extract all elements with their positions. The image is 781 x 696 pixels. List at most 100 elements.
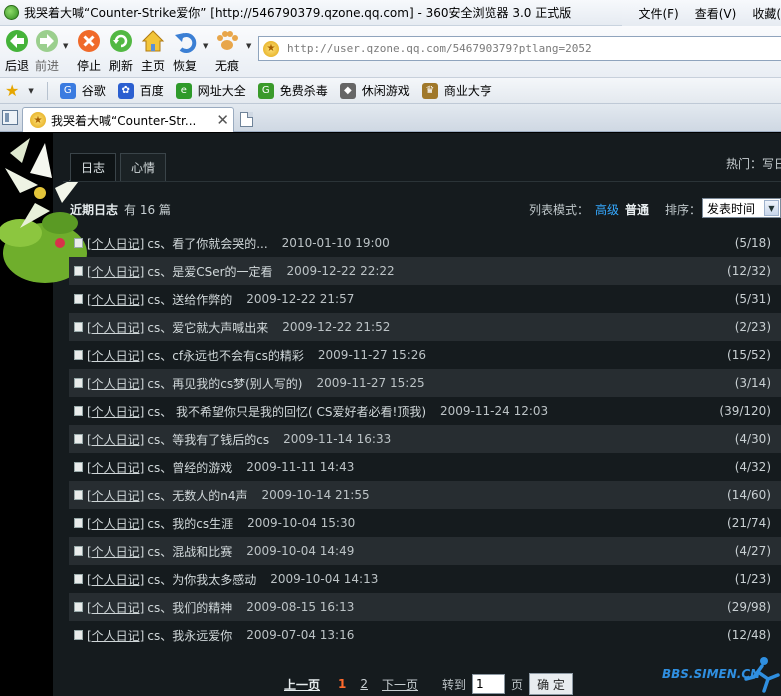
- post-category-link[interactable]: [个人日记]: [87, 263, 144, 280]
- post-category-link[interactable]: [个人日记]: [87, 235, 144, 252]
- document-icon: [74, 238, 83, 248]
- post-category-link[interactable]: [个人日记]: [87, 515, 144, 532]
- forward-button[interactable]: 前进: [30, 28, 64, 76]
- favorites-bar: ★ ▼ G 谷歌 ✿ 百度 e 网址大全 G 免费杀毒 ◆ 休闲游戏 ♛ 商业大…: [0, 78, 781, 104]
- refresh-button[interactable]: 刷新: [104, 28, 138, 76]
- post-comment-count: (15/52): [727, 348, 771, 362]
- post-date: 2009-11-27 15:25: [316, 376, 425, 390]
- confirm-button[interactable]: 确 定: [529, 673, 573, 695]
- post-comment-count: (14/60): [727, 488, 771, 502]
- post-category-link[interactable]: [个人日记]: [87, 375, 144, 392]
- recent-posts-heading: 近期日志有 16 篇: [70, 201, 171, 218]
- document-icon: [74, 490, 83, 500]
- page-2-link[interactable]: 2: [360, 677, 368, 691]
- post-category-link[interactable]: [个人日记]: [87, 459, 144, 476]
- restore-button[interactable]: 恢复: [168, 28, 202, 76]
- favorites-dropdown-icon[interactable]: ▼: [28, 87, 33, 95]
- post-category-link[interactable]: [个人日记]: [87, 487, 144, 504]
- document-icon: [74, 266, 83, 276]
- tycoon-icon: ♛: [421, 82, 438, 99]
- post-title-link[interactable]: cs、再见我的cs梦(别人写的): [147, 375, 302, 392]
- home-button[interactable]: 主页: [136, 28, 170, 76]
- forward-arrow-icon: [34, 28, 60, 54]
- page-number-input[interactable]: [472, 674, 506, 694]
- runner-logo-icon: [744, 657, 780, 693]
- post-row: [个人日记] cs、等我有了钱后的cs 2009-11-14 16:33 (4/30): [69, 425, 781, 453]
- post-date: 2009-10-04 15:30: [247, 516, 356, 530]
- post-title-link[interactable]: cs、曾经的游戏: [147, 459, 232, 476]
- menu-file[interactable]: 文件(F): [638, 5, 678, 22]
- stop-button[interactable]: 停止: [72, 28, 106, 76]
- post-title-link[interactable]: cs、看了你就会哭的...: [147, 235, 267, 252]
- favorite-baidu[interactable]: ✿ 百度: [117, 82, 164, 99]
- tab-blog[interactable]: 日志: [70, 153, 117, 181]
- favorite-site-directory[interactable]: e 网址大全: [175, 82, 246, 99]
- document-icon: [74, 378, 83, 388]
- tab-qzone[interactable]: ★ 我哭着大喊“Counter-Str... ✕: [22, 107, 234, 132]
- post-row: [个人日记] cs、 我不希望你只是我的回忆( CS爱好者必看!顶我) 2009-1…: [69, 397, 781, 425]
- address-url[interactable]: http://user.qzone.qq.com/546790379?ptlan…: [287, 42, 592, 55]
- favorite-free-antivirus[interactable]: G 免费杀毒: [257, 82, 328, 99]
- address-bar[interactable]: ★ http://user.qzone.qq.com/546790379?ptl…: [258, 36, 781, 61]
- sort-select[interactable]: 发表时间 ▼: [702, 198, 781, 218]
- hot-topics-label[interactable]: 热门：写日: [726, 155, 781, 172]
- post-title-link[interactable]: cs、爱它就大声喊出来: [147, 319, 268, 336]
- window-title: 我哭着大喊“Counter-Strike爱你” [http://54679037…: [24, 6, 572, 20]
- post-category-link[interactable]: [个人日记]: [87, 319, 144, 336]
- incognito-button[interactable]: 无痕: [210, 28, 244, 76]
- favorite-google[interactable]: G 谷歌: [59, 82, 106, 99]
- restore-dropdown-icon[interactable]: ▼: [203, 42, 208, 50]
- post-category-link[interactable]: [个人日记]: [87, 431, 144, 448]
- close-tab-icon[interactable]: ✕: [216, 111, 229, 129]
- paw-icon: [214, 28, 240, 54]
- favorite-business-tycoon[interactable]: ♛ 商业大亨: [421, 82, 492, 99]
- menu-view[interactable]: 查看(V): [695, 5, 737, 22]
- post-title-link[interactable]: cs、是爱CSer的一定看: [147, 263, 272, 280]
- post-comment-count: (1/23): [734, 572, 771, 586]
- post-title-link[interactable]: cs、cf永远也不会有cs的精彩: [147, 347, 304, 364]
- chevron-down-icon[interactable]: ▼: [764, 200, 779, 216]
- menu-favorites[interactable]: 收藏(: [752, 5, 781, 22]
- document-icon: [74, 518, 83, 528]
- tab-mood[interactable]: 心情: [120, 153, 167, 181]
- sidebar-toggle-icon[interactable]: [2, 110, 18, 125]
- post-title-link[interactable]: cs、等我有了钱后的cs: [147, 431, 269, 448]
- favorite-star-icon[interactable]: ★: [263, 40, 279, 57]
- post-category-link[interactable]: [个人日记]: [87, 543, 144, 560]
- post-comment-count: (39/120): [719, 404, 771, 418]
- post-date: 2009-12-22 22:22: [286, 264, 395, 278]
- page-content: 日志 心情 热门：写日 近期日志有 16 篇 列表模式： 高级 普通 排序： 发表时…: [0, 133, 781, 696]
- post-category-link[interactable]: [个人日记]: [87, 347, 144, 364]
- next-page-link[interactable]: 下一页: [382, 676, 418, 693]
- post-title-link[interactable]: cs、我永远爱你: [147, 627, 232, 644]
- post-title-link[interactable]: cs、 我不希望你只是我的回忆( CS爱好者必看!顶我): [147, 403, 426, 420]
- favorites-star-icon[interactable]: ★: [5, 81, 19, 100]
- post-date: 2009-07-04 13:16: [246, 628, 355, 642]
- panel-divider: [63, 181, 781, 182]
- new-tab-icon[interactable]: [240, 112, 253, 127]
- post-title-link[interactable]: cs、混战和比赛: [147, 543, 232, 560]
- post-category-link[interactable]: [个人日记]: [87, 599, 144, 616]
- ie-icon: e: [175, 82, 192, 99]
- post-title-link[interactable]: cs、我们的精神: [147, 599, 232, 616]
- post-title-link[interactable]: cs、我的cs生涯: [147, 515, 233, 532]
- recent-posts-count: 有 16 篇: [124, 203, 171, 217]
- incognito-dropdown-icon[interactable]: ▼: [246, 42, 251, 50]
- prev-page-link[interactable]: 上一页: [284, 676, 320, 693]
- document-icon: [74, 574, 83, 584]
- favorite-casual-games[interactable]: ◆ 休闲游戏: [339, 82, 410, 99]
- post-category-link[interactable]: [个人日记]: [87, 403, 144, 420]
- post-title-link[interactable]: cs、无数人的n4声: [147, 487, 247, 504]
- post-category-link[interactable]: [个人日记]: [87, 571, 144, 588]
- post-title-link[interactable]: cs、送给作弊的: [147, 291, 232, 308]
- forward-dropdown-icon[interactable]: ▼: [63, 42, 68, 50]
- mode-normal-link[interactable]: 普通: [625, 203, 649, 217]
- post-category-link[interactable]: [个人日记]: [87, 627, 144, 644]
- post-comment-count: (29/98): [727, 600, 771, 614]
- post-title-link[interactable]: cs、为你我太多感动: [147, 571, 256, 588]
- back-button[interactable]: 后退: [0, 28, 34, 76]
- tab-title: 我哭着大喊“Counter-Str...: [51, 113, 197, 128]
- post-category-link[interactable]: [个人日记]: [87, 291, 144, 308]
- post-row: [个人日记] cs、cf永远也不会有cs的精彩 2009-11-27 15:26 (1…: [69, 341, 781, 369]
- mode-advanced-link[interactable]: 高级: [595, 203, 619, 217]
